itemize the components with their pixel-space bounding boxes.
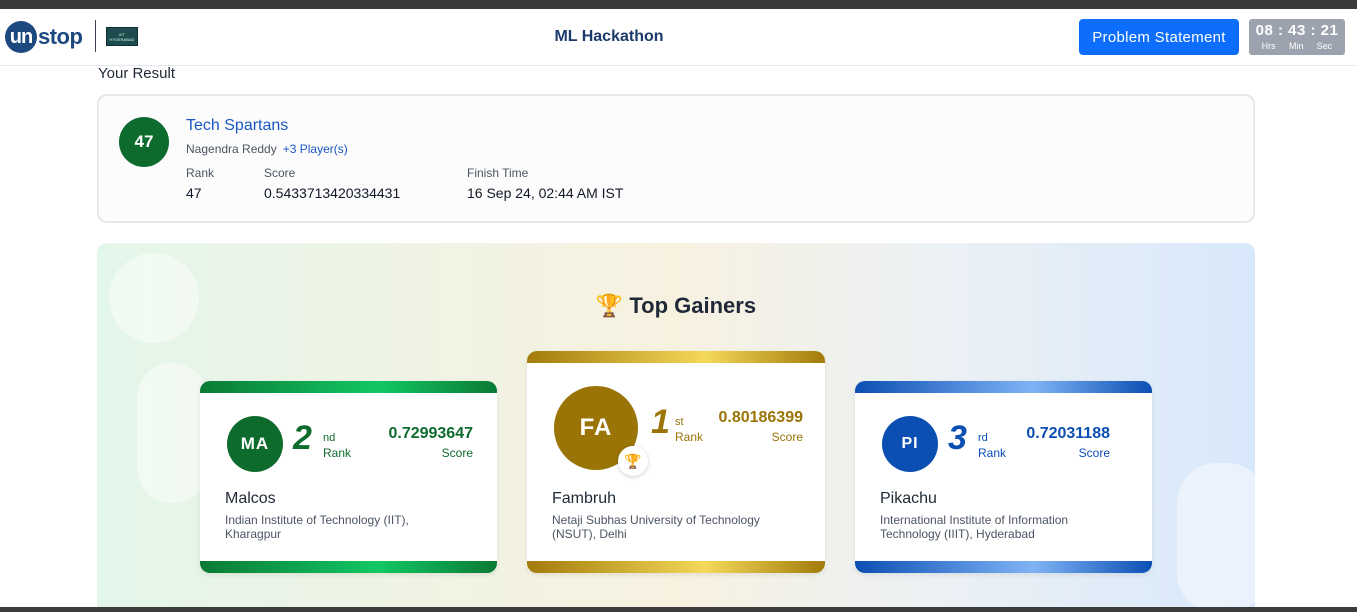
window-bottom-strip (0, 607, 1357, 612)
score-label: Score (264, 166, 296, 180)
players-link[interactable]: +3 Player(s) (283, 142, 348, 156)
result-card: 47 Tech Spartans Nagendra Reddy +3 Player… (97, 94, 1255, 223)
score-value: 0.5433713420334431 (264, 185, 401, 201)
window-top-strip (0, 0, 1357, 9)
timer-units: Hrs Min Sec (1249, 41, 1345, 51)
college-line: Technology (IIIT), Hyderabad (880, 527, 1035, 541)
background-decoration (137, 363, 207, 503)
card-top-bar (200, 381, 497, 393)
card-top-bar (855, 381, 1152, 393)
card-bottom-bar (527, 561, 825, 573)
finish-time-value: 16 Sep 24, 02:44 AM IST (467, 185, 624, 201)
rank-value: 47 (186, 185, 202, 201)
rank-suffix: rd (978, 432, 988, 444)
rank-label: Rank (186, 166, 215, 180)
countdown-timer: 08 : 43 : 21 Hrs Min Sec (1249, 19, 1345, 55)
gainer-college: Netaji Subhas University of Technology (… (552, 513, 760, 541)
gainer-name: Malcos (225, 490, 276, 507)
score-word: Score (771, 430, 803, 444)
top-gainers-section: 🏆 Top Gainers MA 2 nd Rank 0.72993647 Sco… (97, 243, 1255, 612)
rank-word: Rank (675, 430, 704, 444)
rank-number: 1 (651, 403, 670, 441)
gainer-college: International Institute of Information T… (880, 513, 1068, 541)
team-leader: Nagendra Reddy +3 Player(s) (186, 142, 348, 156)
gainer-college: Indian Institute of Technology (IIT), Kh… (225, 513, 409, 541)
college-line: International Institute of Information (880, 513, 1069, 527)
college-line: Indian Institute of Technology (IIT), (225, 513, 409, 527)
college-line: Kharagpur (225, 527, 282, 541)
card-bottom-bar (855, 561, 1152, 573)
leader-name: Nagendra Reddy (186, 142, 277, 156)
rank-number: 3 (948, 419, 967, 457)
score-value: 0.72993647 (388, 425, 473, 442)
finish-time-label: Finish Time (467, 166, 529, 180)
score-value: 0.72031188 (1026, 425, 1110, 442)
team-name-link[interactable]: Tech Spartans (186, 117, 288, 135)
hackathon-title: ML Hackathon (554, 28, 664, 45)
rank-suffix: st (675, 416, 684, 428)
college-line: Netaji Subhas University of Technology (552, 513, 760, 527)
avatar: MA (227, 416, 283, 472)
gainer-card-second[interactable]: MA 2 nd Rank 0.72993647 Score Malcos Ind… (200, 381, 497, 573)
score-word: Score (1078, 446, 1110, 460)
rank-word: Rank (323, 446, 352, 460)
gainer-card-third[interactable]: PI 3 rd Rank 0.72031188 Score Pikachu In… (855, 381, 1152, 573)
score-word: Score (441, 446, 473, 460)
college-line: (NSUT), Delhi (552, 527, 627, 541)
card-top-bar (527, 351, 825, 363)
rank-suffix: nd (323, 432, 336, 444)
timer-unit-hrs: Hrs (1261, 41, 1276, 51)
gainer-card-first[interactable]: FA 🏆 1 st Rank 0.80186399 Score Fambruh … (527, 351, 825, 573)
avatar: PI (882, 416, 938, 472)
gainer-name: Pikachu (880, 490, 937, 507)
rank-badge: 47 (119, 117, 169, 167)
your-result-heading: Your Result (98, 65, 175, 82)
trophy-icon: 🏆 (595, 293, 624, 318)
top-gainers-title: 🏆 Top Gainers (97, 293, 1255, 319)
rank-word: Rank (978, 446, 1007, 460)
rank-number: 2 (293, 419, 312, 457)
timer-unit-sec: Sec (1316, 41, 1333, 51)
score-value: 0.80186399 (718, 409, 803, 426)
gainer-name: Fambruh (552, 490, 617, 507)
card-bottom-bar (200, 561, 497, 573)
trophy-icon: 🏆 (618, 446, 648, 476)
background-decoration (1177, 463, 1255, 612)
timer-digits: 08 : 43 : 21 (1255, 22, 1339, 39)
problem-statement-button[interactable]: Problem Statement (1079, 19, 1239, 55)
top-gainers-title-text: Top Gainers (629, 293, 757, 318)
timer-unit-min: Min (1288, 41, 1304, 51)
top-header: un stop IIIT HYDERABAD ML Hackathon Prob… (0, 9, 1357, 66)
